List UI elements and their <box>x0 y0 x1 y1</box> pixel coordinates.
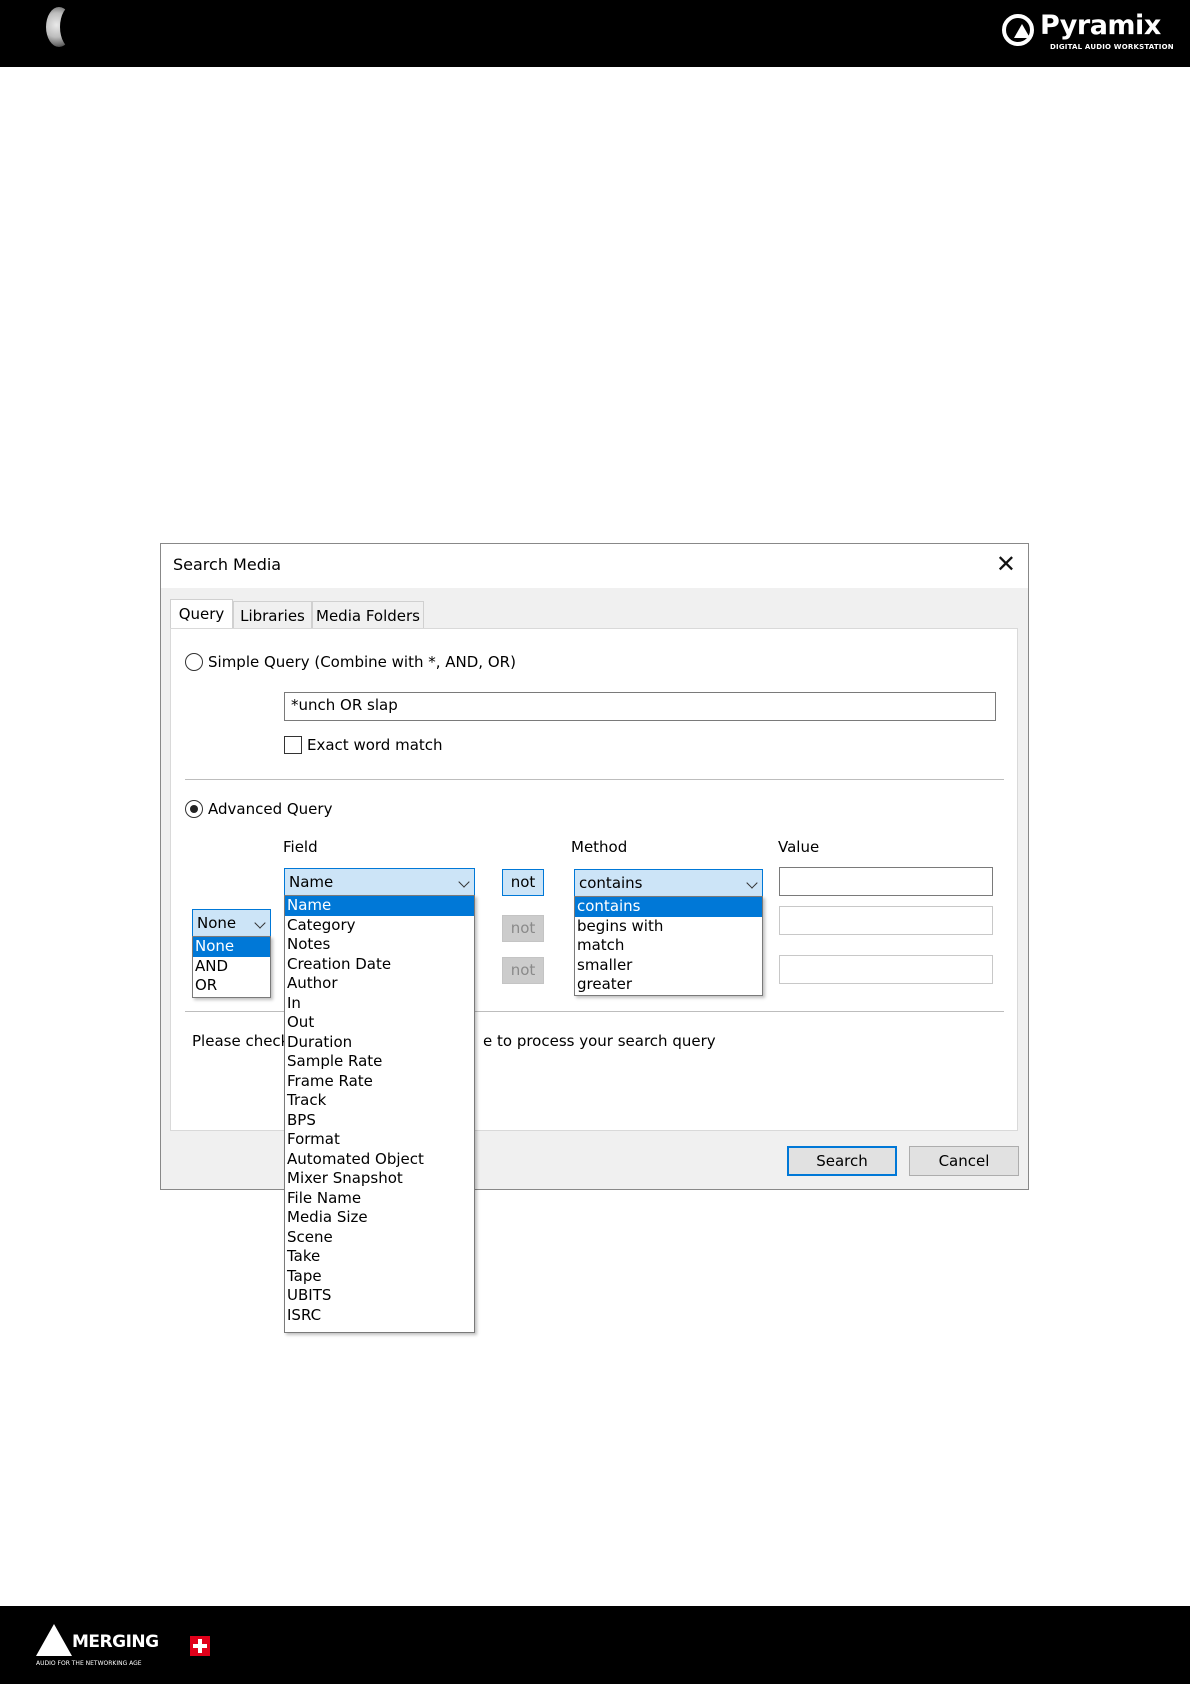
status-text-right: e to process your search query <box>483 1032 716 1050</box>
header-bar: Pyramix DIGITAL AUDIO WORKSTATION <box>0 0 1190 67</box>
field-select-value: Name <box>289 873 334 891</box>
combine-select[interactable]: None <box>192 909 271 937</box>
value-input-row-2[interactable] <box>779 906 993 935</box>
section-divider <box>185 779 1004 780</box>
pyramix-logo-icon <box>1002 14 1034 46</box>
field-option[interactable]: Frame Rate <box>285 1072 474 1092</box>
method-select-value: contains <box>579 874 643 892</box>
field-option[interactable]: Sample Rate <box>285 1052 474 1072</box>
field-select[interactable]: Name <box>284 868 475 896</box>
field-dropdown: Name Category Notes Creation Date Author… <box>284 895 475 1333</box>
exact-word-match-label: Exact word match <box>307 736 443 754</box>
search-button[interactable]: Search <box>787 1146 897 1176</box>
tab-query[interactable]: Query <box>170 599 233 629</box>
not-button-row-2[interactable]: not <box>502 915 544 942</box>
field-option[interactable]: Automated Object <box>285 1150 474 1170</box>
tab-media-folders[interactable]: Media Folders <box>312 601 424 629</box>
method-select[interactable]: contains <box>574 869 763 897</box>
field-option[interactable]: Mixer Snapshot <box>285 1169 474 1189</box>
cancel-button[interactable]: Cancel <box>909 1146 1019 1176</box>
advanced-query-label: Advanced Query <box>208 800 333 818</box>
swiss-cross-icon <box>190 1636 210 1656</box>
simple-query-radio[interactable] <box>185 653 203 671</box>
field-option[interactable]: Take <box>285 1247 474 1267</box>
field-option[interactable]: Format <box>285 1130 474 1150</box>
field-option[interactable]: File Name <box>285 1189 474 1209</box>
field-option[interactable]: Category <box>285 916 474 936</box>
field-option[interactable]: Scene <box>285 1228 474 1248</box>
value-input-row-3[interactable] <box>779 955 993 984</box>
combine-option[interactable]: OR <box>193 976 270 996</box>
search-media-dialog: Search Media ✕ Query Libraries Media Fol… <box>160 543 1029 1333</box>
method-dropdown: contains begins with match smaller great… <box>574 896 763 996</box>
field-option[interactable]: Name <box>285 896 474 916</box>
close-icon[interactable]: ✕ <box>996 550 1016 578</box>
field-option[interactable]: Out <box>285 1013 474 1033</box>
advanced-query-radio[interactable] <box>185 800 203 818</box>
field-option[interactable]: Creation Date <box>285 955 474 975</box>
dialog-titlebar: Search Media ✕ <box>161 544 1028 588</box>
field-option[interactable]: Author <box>285 974 474 994</box>
merging-logo-icon <box>36 1624 72 1656</box>
field-option[interactable]: BPS <box>285 1111 474 1131</box>
method-option[interactable]: contains <box>575 897 762 917</box>
simple-query-input[interactable]: *unch OR slap <box>284 692 996 721</box>
moon-icon <box>46 5 86 49</box>
field-option[interactable]: UBITS <box>285 1286 474 1306</box>
combine-select-value: None <box>197 914 237 932</box>
pyramix-brand-name: Pyramix <box>1040 10 1161 41</box>
field-option[interactable]: Media Size <box>285 1208 474 1228</box>
tab-libraries[interactable]: Libraries <box>233 601 312 629</box>
simple-query-label: Simple Query (Combine with *, AND, OR) <box>208 653 516 671</box>
field-option[interactable]: ISRC <box>285 1306 474 1326</box>
field-option[interactable]: In <box>285 994 474 1014</box>
field-option[interactable]: Track <box>285 1091 474 1111</box>
chevron-down-icon <box>458 876 470 888</box>
not-button-row-1[interactable]: not <box>502 869 544 896</box>
merging-brand-tagline: AUDIO FOR THE NETWORKING AGE <box>36 1660 142 1667</box>
combine-option[interactable]: AND <box>193 957 270 977</box>
dialog-title: Search Media <box>173 555 282 574</box>
field-header: Field <box>283 838 318 856</box>
value-header: Value <box>778 838 820 856</box>
combine-option[interactable]: None <box>193 937 270 957</box>
chevron-down-icon <box>746 877 758 889</box>
value-input-row-1[interactable] <box>779 867 993 896</box>
exact-word-match-checkbox[interactable] <box>284 736 302 754</box>
method-option[interactable]: smaller <box>575 956 762 976</box>
field-option[interactable]: Notes <box>285 935 474 955</box>
field-option[interactable]: Duration <box>285 1033 474 1053</box>
status-text-left: Please check <box>192 1032 290 1050</box>
method-option[interactable]: match <box>575 936 762 956</box>
chevron-down-icon <box>254 917 266 929</box>
footer-bar: MERGING AUDIO FOR THE NETWORKING AGE <box>0 1606 1190 1684</box>
not-button-row-3[interactable]: not <box>502 957 544 984</box>
field-option[interactable]: Tape <box>285 1267 474 1287</box>
pyramix-brand-tagline: DIGITAL AUDIO WORKSTATION <box>1050 43 1174 51</box>
combine-dropdown: None AND OR <box>192 936 271 998</box>
merging-brand-name: MERGING <box>72 1632 159 1652</box>
method-header: Method <box>571 838 628 856</box>
method-option[interactable]: greater <box>575 975 762 995</box>
method-option[interactable]: begins with <box>575 917 762 937</box>
